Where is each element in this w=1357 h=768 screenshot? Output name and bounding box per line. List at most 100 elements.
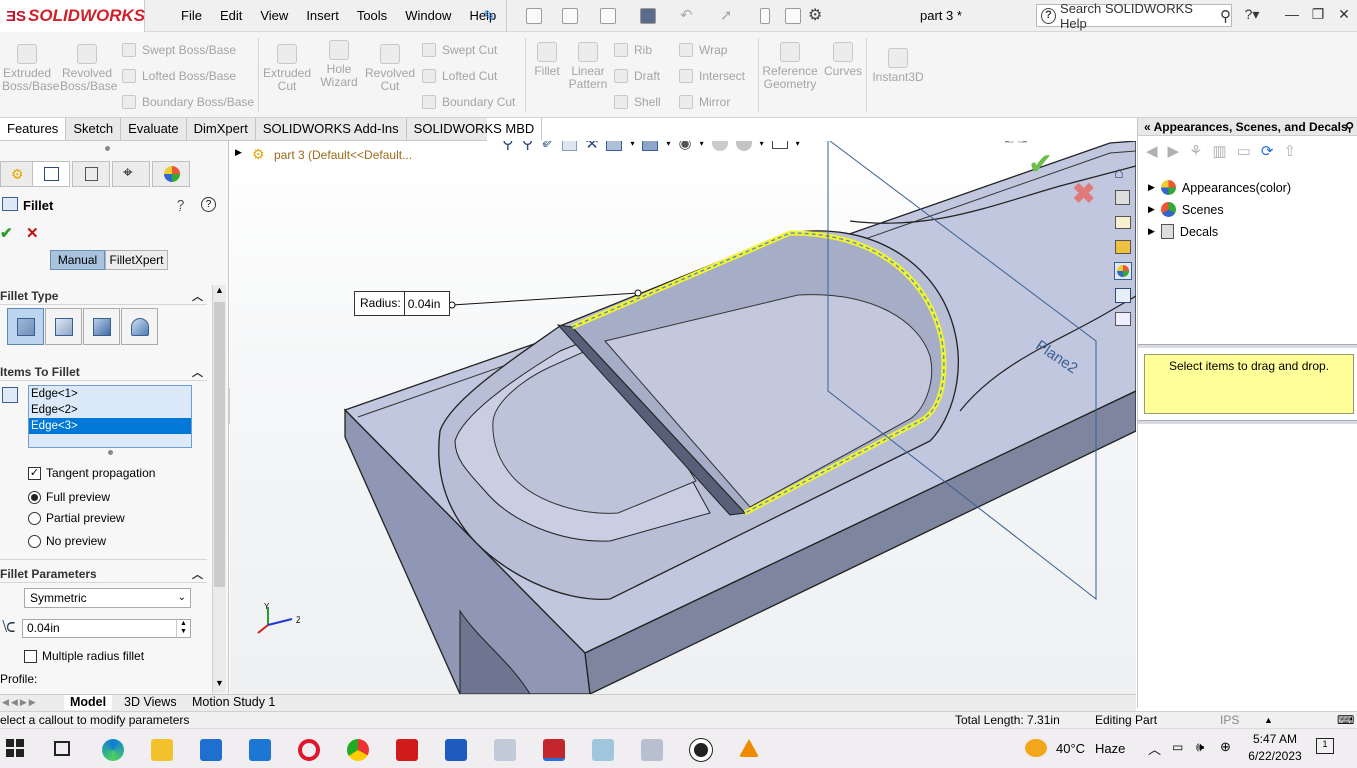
viewport-window-controls[interactable]: ◧ ◨ ⧉ ✕ <box>1004 141 1051 145</box>
comments-icon[interactable]: ⌨ <box>1337 712 1354 728</box>
rebuild-icon[interactable] <box>760 8 770 24</box>
full-round-fillet-button[interactable] <box>121 308 158 345</box>
search-icon[interactable]: ⚲ <box>1220 7 1231 25</box>
previous-view-icon[interactable]: ✐ <box>541 141 554 152</box>
tab-dimxpert[interactable]: DimXpert <box>187 118 256 140</box>
no-preview-radio[interactable] <box>28 534 41 548</box>
minimize-button[interactable]: — <box>1280 6 1304 22</box>
edit-appearance-icon[interactable] <box>711 141 728 151</box>
chevron-down-icon[interactable]: ▾ <box>630 141 634 148</box>
shell-button[interactable]: Shell <box>614 95 661 109</box>
library-icon[interactable]: ▥ <box>1213 142 1227 160</box>
swept-boss-button[interactable]: Swept Boss/Base <box>122 43 236 57</box>
expand-icon[interactable]: ▶ <box>1148 182 1155 193</box>
solidworks-taskbar-icon[interactable] <box>543 739 565 761</box>
tangent-propagation-option[interactable]: ✓ Tangent propagation <box>28 466 155 480</box>
tab-evaluate[interactable]: Evaluate <box>121 118 187 140</box>
task-view-icon[interactable] <box>54 741 70 756</box>
radius-callout[interactable]: Radius: 0.04in <box>354 291 450 316</box>
menu-window[interactable]: Window <box>396 8 460 24</box>
no-preview-option[interactable]: No preview <box>28 534 106 548</box>
callout-anchor[interactable] <box>634 289 642 297</box>
curves-button[interactable]: Curves <box>822 42 864 78</box>
model-render[interactable] <box>230 141 1136 694</box>
tangent-propagation-checkbox[interactable]: ✓ <box>28 466 41 480</box>
open-icon[interactable] <box>562 8 578 24</box>
record-icon[interactable] <box>690 739 712 761</box>
photos-icon[interactable] <box>641 739 663 761</box>
refresh-icon[interactable]: ⟳ <box>1261 142 1274 160</box>
menu-edit[interactable]: Edit <box>211 8 251 24</box>
intersect-button[interactable]: Intersect <box>679 69 745 83</box>
fillet-type-header[interactable]: Fillet Type ︿ <box>0 289 207 303</box>
face-fillet-button[interactable] <box>83 308 120 345</box>
chrome-icon[interactable] <box>347 739 369 761</box>
boundary-cut-button[interactable]: Boundary Cut <box>422 95 515 109</box>
solidworks-logo[interactable]: ƎS SOLIDWORKS <box>0 0 145 32</box>
radius-input[interactable]: 0.04in ▲ ▼ <box>22 619 191 638</box>
tree-expand-icon[interactable]: ▶ <box>235 147 242 158</box>
tab-motion-study[interactable]: Motion Study 1 <box>186 695 281 710</box>
weather-temp[interactable]: 40°C <box>1056 741 1085 756</box>
options-gear-icon[interactable]: ⚙ <box>808 5 822 25</box>
windows-start-icon[interactable] <box>6 739 24 757</box>
dynamic-annotation-icon[interactable]: ⚒ <box>585 141 598 152</box>
tree-item-appearances[interactable]: ▶ Appearances(color) <box>1148 180 1291 195</box>
collapse-icon[interactable]: ︿ <box>192 364 203 380</box>
forum-icon[interactable] <box>1115 312 1131 326</box>
multiple-radius-option[interactable]: Multiple radius fillet <box>24 649 144 663</box>
tab-features[interactable]: Features <box>0 118 67 140</box>
units-chevron-icon[interactable]: ▲ <box>1264 712 1273 728</box>
reference-geometry-button[interactable]: Reference Geometry <box>762 42 818 91</box>
lofted-cut-button[interactable]: Lofted Cut <box>422 69 497 83</box>
revolved-boss-button[interactable]: Revolved Boss/Base <box>60 44 117 93</box>
network-icon[interactable]: ⊕ <box>1220 739 1231 755</box>
pin-icon[interactable]: ⚲ <box>1345 118 1354 136</box>
menu-file[interactable]: File <box>172 8 211 24</box>
splitter[interactable] <box>1138 344 1357 348</box>
view-orientation-icon[interactable] <box>606 141 623 151</box>
full-preview-option[interactable]: Full preview <box>28 490 110 504</box>
scroll-down-icon[interactable]: ▼ <box>215 678 224 688</box>
cancel-x-icon[interactable]: ✕ <box>26 224 39 242</box>
linear-pattern-button[interactable]: Linear Pattern <box>566 42 610 91</box>
help-dropdown-icon[interactable]: ?▾ <box>1240 6 1264 23</box>
show-hidden-icons[interactable]: ︿ <box>1148 739 1161 758</box>
menu-insert[interactable]: Insert <box>297 8 348 24</box>
boundary-boss-button[interactable]: Boundary Boss/Base <box>122 95 254 109</box>
fillet-parameters-header[interactable]: Fillet Parameters ︿ <box>0 567 207 581</box>
file-properties-icon[interactable] <box>785 8 801 24</box>
expand-icon[interactable]: ▶ <box>1148 226 1155 237</box>
store-icon[interactable] <box>200 739 222 761</box>
tree-item-decals[interactable]: ▶ Decals <box>1148 224 1218 239</box>
new-document-icon[interactable] <box>526 8 542 24</box>
restore-button[interactable]: ❐ <box>1306 6 1330 23</box>
full-preview-radio[interactable] <box>28 490 41 504</box>
pin-icon[interactable]: ✎ <box>483 7 496 25</box>
extruded-cut-button[interactable]: Extruded Cut <box>262 44 312 93</box>
list-resize-handle[interactable] <box>108 450 113 455</box>
collapse-icon[interactable]: ︿ <box>192 288 203 304</box>
undo-icon[interactable]: ↶ <box>680 6 693 24</box>
volume-icon[interactable]: 🕪 <box>1196 739 1204 755</box>
apply-scene-icon[interactable] <box>735 141 752 151</box>
whats-new-icon[interactable]: ?̣ <box>177 197 184 212</box>
panel-scrollbar[interactable]: ▲ ▼ <box>212 285 226 693</box>
wrap-button[interactable]: Wrap <box>679 43 727 57</box>
dimxpert-manager-tab[interactable]: ⌖ <box>112 161 150 187</box>
edge-browser-icon[interactable] <box>102 739 124 761</box>
chevron-down-icon[interactable]: ▾ <box>796 141 800 148</box>
cancel-x-icon[interactable]: ✖ <box>1072 177 1095 210</box>
callout-value[interactable]: 0.04in <box>405 297 441 311</box>
fillet-button[interactable]: Fillet <box>530 42 564 78</box>
zoom-area-icon[interactable]: ⚲ <box>522 141 534 153</box>
vlc-icon[interactable] <box>739 739 759 757</box>
collapse-icon[interactable]: ︿ <box>192 566 203 582</box>
extruded-boss-button[interactable]: Extruded Boss/Base <box>2 44 59 93</box>
draft-button[interactable]: Draft <box>614 69 660 83</box>
filletxpert-tab[interactable]: FilletXpert <box>105 250 168 270</box>
variable-size-fillet-button[interactable] <box>45 308 82 345</box>
configuration-manager-tab[interactable] <box>72 161 110 187</box>
tab-addins[interactable]: SOLIDWORKS Add-Ins <box>256 118 407 140</box>
view-settings-icon[interactable] <box>771 141 788 149</box>
